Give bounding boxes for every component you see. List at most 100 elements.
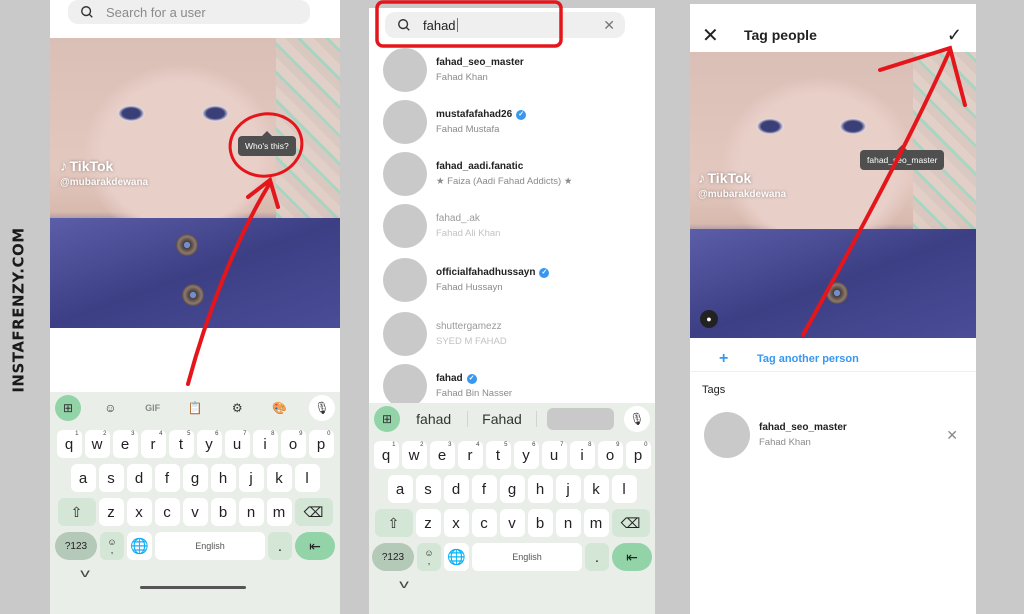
shift-key[interactable]: ⇧ (374, 509, 413, 537)
key-z[interactable]: z (98, 498, 124, 526)
suggestion-2[interactable]: Fahad (468, 411, 537, 427)
key-p[interactable]: p0 (308, 430, 334, 458)
key-w[interactable]: w2 (401, 441, 427, 469)
emoji-key[interactable]: ☺, (417, 543, 441, 571)
emoji-key[interactable]: ☺, (100, 532, 124, 560)
key-r[interactable]: r4 (140, 430, 166, 458)
key-a[interactable]: a (70, 464, 96, 492)
enter-key[interactable]: ⇤ (295, 532, 335, 560)
tag-label-bubble[interactable]: fahad_seo_master (860, 145, 945, 170)
key-u[interactable]: u7 (541, 441, 567, 469)
post-photo[interactable]: ♪ TikTok @mubarakdewana fahad_seo_master … (690, 52, 976, 338)
key-r[interactable]: r4 (457, 441, 483, 469)
symbols-key[interactable]: ?123 (372, 543, 414, 571)
post-photo[interactable]: ♪ TikTok @mubarakdewana Who's this? (50, 38, 340, 328)
key-e[interactable]: e3 (429, 441, 455, 469)
key-e[interactable]: e3 (112, 430, 138, 458)
mic-icon[interactable]: 🎙 (623, 406, 650, 432)
key-f[interactable]: f (154, 464, 180, 492)
key-n[interactable]: n (555, 509, 581, 537)
tagged-people-icon[interactable]: ● (700, 310, 718, 328)
clear-search-icon[interactable]: ✕ (603, 17, 615, 34)
search-result-item[interactable]: fahad_.ak Fahad Ali Khan (383, 204, 500, 248)
home-indicator[interactable] (140, 586, 246, 589)
search-result-item[interactable]: fahad_seo_master Fahad Khan (383, 48, 524, 92)
user-search-input[interactable]: Search for a user (68, 0, 310, 24)
clipboard-icon[interactable]: 📋 (182, 395, 208, 421)
key-g[interactable]: g (499, 475, 525, 503)
key-g[interactable]: g (182, 464, 208, 492)
key-l[interactable]: l (611, 475, 637, 503)
key-m[interactable]: m (583, 509, 609, 537)
tag-another-person-button[interactable]: + Tag another person (690, 346, 976, 372)
mic-icon[interactable]: 🎙 (308, 395, 335, 421)
suggestion-1[interactable]: fahad (400, 411, 469, 427)
space-key[interactable]: English (472, 543, 582, 571)
key-l[interactable]: l (294, 464, 320, 492)
key-z[interactable]: z (415, 509, 441, 537)
space-key[interactable]: English (155, 532, 265, 560)
key-j[interactable]: j (555, 475, 581, 503)
period-key[interactable]: . (268, 532, 292, 560)
key-k[interactable]: k (583, 475, 609, 503)
done-check-icon[interactable]: ✓ (947, 25, 962, 46)
suggestion-3-redacted[interactable] (546, 408, 614, 430)
key-v[interactable]: v (182, 498, 208, 526)
search-result-item[interactable]: mustafafahad26 ✓ Fahad Mustafa (383, 100, 527, 144)
gif-button[interactable]: GIF (140, 395, 166, 421)
key-s[interactable]: s (98, 464, 124, 492)
key-p[interactable]: p0 (625, 441, 651, 469)
key-b[interactable]: b (210, 498, 236, 526)
user-search-input[interactable]: fahad ✕ (385, 12, 625, 38)
backspace-key[interactable]: ⌫ (294, 498, 333, 526)
search-result-item[interactable]: fahad ✓ Fahad Bin Nasser (383, 364, 512, 408)
key-b[interactable]: b (527, 509, 553, 537)
key-o[interactable]: o9 (597, 441, 623, 469)
globe-icon[interactable]: 🌐 (127, 532, 152, 560)
hide-keyboard-chevron-icon[interactable]: v (80, 566, 90, 580)
key-q[interactable]: q1 (373, 441, 399, 469)
apps-icon[interactable]: ⊞ (374, 406, 400, 432)
whos-this-tooltip[interactable]: Who's this? (238, 131, 296, 156)
period-key[interactable]: . (585, 543, 609, 571)
enter-key[interactable]: ⇤ (612, 543, 652, 571)
key-d[interactable]: d (443, 475, 469, 503)
globe-icon[interactable]: 🌐 (444, 543, 469, 571)
key-n[interactable]: n (238, 498, 264, 526)
key-u[interactable]: u7 (224, 430, 250, 458)
search-result-item[interactable]: shuttergamezz SYED M FAHAD (383, 312, 507, 356)
backspace-key[interactable]: ⌫ (611, 509, 650, 537)
key-y[interactable]: y6 (513, 441, 539, 469)
key-k[interactable]: k (266, 464, 292, 492)
hide-keyboard-chevron-icon[interactable]: v (399, 577, 409, 591)
symbols-key[interactable]: ?123 (55, 532, 97, 560)
key-x[interactable]: x (443, 509, 469, 537)
settings-icon[interactable]: ⚙ (224, 395, 250, 421)
key-w[interactable]: w2 (84, 430, 110, 458)
key-a[interactable]: a (387, 475, 413, 503)
search-result-item[interactable]: fahad_aadi.fanatic ★ Faiza (Aadi Fahad A… (383, 152, 572, 196)
key-o[interactable]: o9 (280, 430, 306, 458)
shift-key[interactable]: ⇧ (57, 498, 96, 526)
key-h[interactable]: h (210, 464, 236, 492)
sticker-icon[interactable]: ☺ (97, 395, 123, 421)
key-d[interactable]: d (126, 464, 152, 492)
key-c[interactable]: c (154, 498, 180, 526)
key-v[interactable]: v (499, 509, 525, 537)
key-q[interactable]: q1 (56, 430, 82, 458)
key-c[interactable]: c (471, 509, 497, 537)
tagged-user-row[interactable]: fahad_seo_master Fahad Khan ✕ (704, 412, 964, 458)
key-m[interactable]: m (266, 498, 292, 526)
search-result-item[interactable]: officialfahadhussayn ✓ Fahad Hussayn (383, 258, 550, 302)
key-t[interactable]: t5 (485, 441, 511, 469)
key-j[interactable]: j (238, 464, 264, 492)
key-h[interactable]: h (527, 475, 553, 503)
key-t[interactable]: t5 (168, 430, 194, 458)
key-i[interactable]: i8 (569, 441, 595, 469)
key-s[interactable]: s (415, 475, 441, 503)
palette-icon[interactable]: 🎨 (267, 395, 293, 421)
close-icon[interactable]: ✕ (702, 23, 722, 48)
remove-tag-icon[interactable]: ✕ (946, 427, 958, 444)
key-x[interactable]: x (126, 498, 152, 526)
key-f[interactable]: f (471, 475, 497, 503)
